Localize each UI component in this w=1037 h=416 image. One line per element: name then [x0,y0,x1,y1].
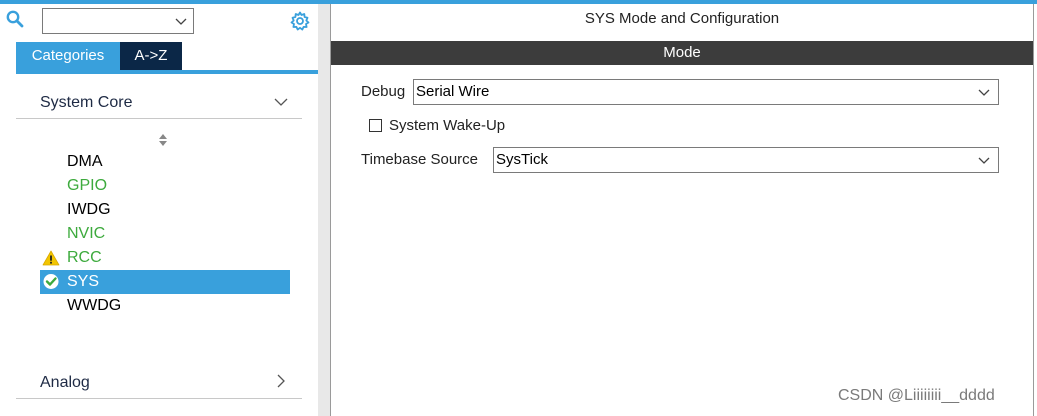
chevron-down-icon[interactable] [175,16,187,26]
system-wakeup-checkbox[interactable] [369,119,382,132]
peripheral-item-rcc[interactable]: RCC [40,246,290,270]
peripheral-label: GPIO [67,177,108,194]
chevron-down-icon[interactable] [274,97,288,107]
timebase-source-select[interactable]: SysTick [493,147,999,173]
gear-icon[interactable] [290,11,310,31]
peripheral-item-gpio[interactable]: GPIO [40,174,290,198]
mode-section-header[interactable]: Mode [331,41,1033,65]
category-system-core[interactable]: System Core [16,88,302,119]
debug-select[interactable]: Serial Wire [413,79,999,105]
peripheral-label: NVIC [67,225,106,242]
peripheral-item-wwdg[interactable]: WWDG [40,294,290,318]
panel-divider[interactable] [318,4,330,416]
sort-icon[interactable] [158,133,168,147]
category-label: Analog [40,374,90,391]
peripheral-label: RCC [67,249,102,266]
peripheral-label: WWDG [67,297,122,314]
peripheral-item-dma[interactable]: DMA [40,150,290,174]
debug-label: Debug [361,83,406,100]
peripheral-list: DMA GPIO IWDG NVIC RCC SYS WWDG [40,150,290,318]
category-label: System Core [40,94,133,111]
debug-value: Serial Wire [416,83,490,100]
chevron-down-icon[interactable] [978,88,990,97]
warning-icon [42,250,60,266]
category-analog[interactable]: Analog [16,368,302,399]
tab-categories[interactable]: Categories [16,42,120,70]
search-input[interactable] [45,10,169,34]
peripheral-item-sys[interactable]: SYS [40,270,290,294]
watermark: CSDN @Liiiiiiii__dddd [838,387,995,404]
peripheral-item-nvic[interactable]: NVIC [40,222,290,246]
timebase-source-label: Timebase Source [361,151,478,168]
chevron-down-icon[interactable] [978,156,990,165]
peripheral-label: SYS [67,273,100,290]
peripheral-item-iwdg[interactable]: IWDG [40,198,290,222]
tab-underline [16,70,318,74]
tab-a-z[interactable]: A->Z [120,42,182,70]
peripheral-label: IWDG [67,201,111,218]
panel-title: SYS Mode and Configuration [584,10,780,27]
search-combobox[interactable] [42,8,194,34]
chevron-right-icon[interactable] [276,374,286,388]
peripheral-label: DMA [67,153,103,170]
view-tabs: Categories A->Z [16,42,182,70]
system-wakeup-label[interactable]: System Wake-Up [389,117,505,134]
configuration-panel: SYS Mode and Configuration Mode Debug Se… [330,4,1034,416]
search-icon[interactable] [6,10,24,28]
timebase-source-value: SysTick [496,151,548,168]
check-circle-icon [43,274,59,289]
